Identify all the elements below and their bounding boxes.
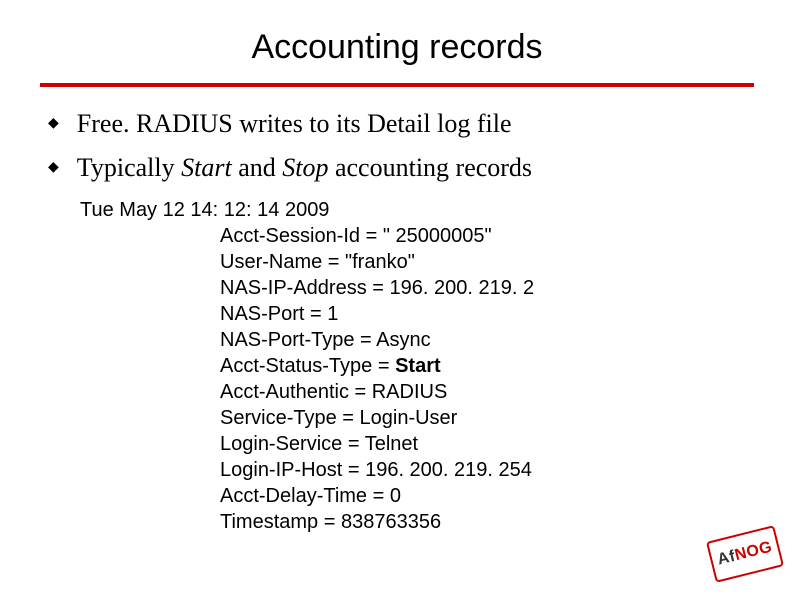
bullet2-post: accounting records: [328, 153, 532, 182]
bullet2-stop: Stop: [282, 153, 328, 182]
record-line: NAS-IP-Address = 196. 200. 219. 2: [220, 275, 754, 301]
slide-content: Accounting records ◆ Free. RADIUS writes…: [0, 0, 794, 535]
record-line: Timestamp = 838763356: [220, 509, 754, 535]
bullet-list: ◆ Free. RADIUS writes to its Detail log …: [40, 109, 754, 183]
bullet-item: ◆ Free. RADIUS writes to its Detail log …: [48, 109, 754, 139]
record-line: Acct-Authentic = RADIUS: [220, 379, 754, 405]
record-line: Acct-Session-Id = " 25000005": [220, 223, 754, 249]
record-line: NAS-Port-Type = Async: [220, 327, 754, 353]
record-line: Acct-Delay-Time = 0: [220, 483, 754, 509]
record-line: Login-Service = Telnet: [220, 431, 754, 457]
bullet2-mid: and: [232, 153, 283, 182]
status-value: Start: [395, 355, 441, 377]
record-header: Tue May 12 14: 12: 14 2009: [80, 197, 754, 223]
stamp-nog: NOG: [733, 539, 774, 566]
record-line-status: Acct-Status-Type = Start: [220, 353, 754, 379]
slide-title: Accounting records: [40, 28, 754, 67]
bullet-text: Typically Start and Stop accounting reco…: [77, 153, 532, 183]
bullet-marker-icon: ◆: [48, 109, 59, 139]
record-block: Tue May 12 14: 12: 14 2009 Acct-Session-…: [40, 197, 754, 535]
bullet-marker-icon: ◆: [48, 153, 59, 183]
bullet2-pre: Typically: [77, 153, 181, 182]
record-line: Login-IP-Host = 196. 200. 219. 254: [220, 457, 754, 483]
bullet2-start: Start: [181, 153, 232, 182]
record-line: Service-Type = Login-User: [220, 405, 754, 431]
bullet-item: ◆ Typically Start and Stop accounting re…: [48, 153, 754, 183]
title-rule: [40, 83, 754, 87]
bullet-text: Free. RADIUS writes to its Detail log fi…: [77, 109, 512, 139]
status-prefix: Acct-Status-Type =: [220, 355, 395, 377]
record-line: NAS-Port = 1: [220, 301, 754, 327]
record-body: Acct-Session-Id = " 25000005" User-Name …: [80, 223, 754, 535]
record-line: User-Name = "franko": [220, 249, 754, 275]
